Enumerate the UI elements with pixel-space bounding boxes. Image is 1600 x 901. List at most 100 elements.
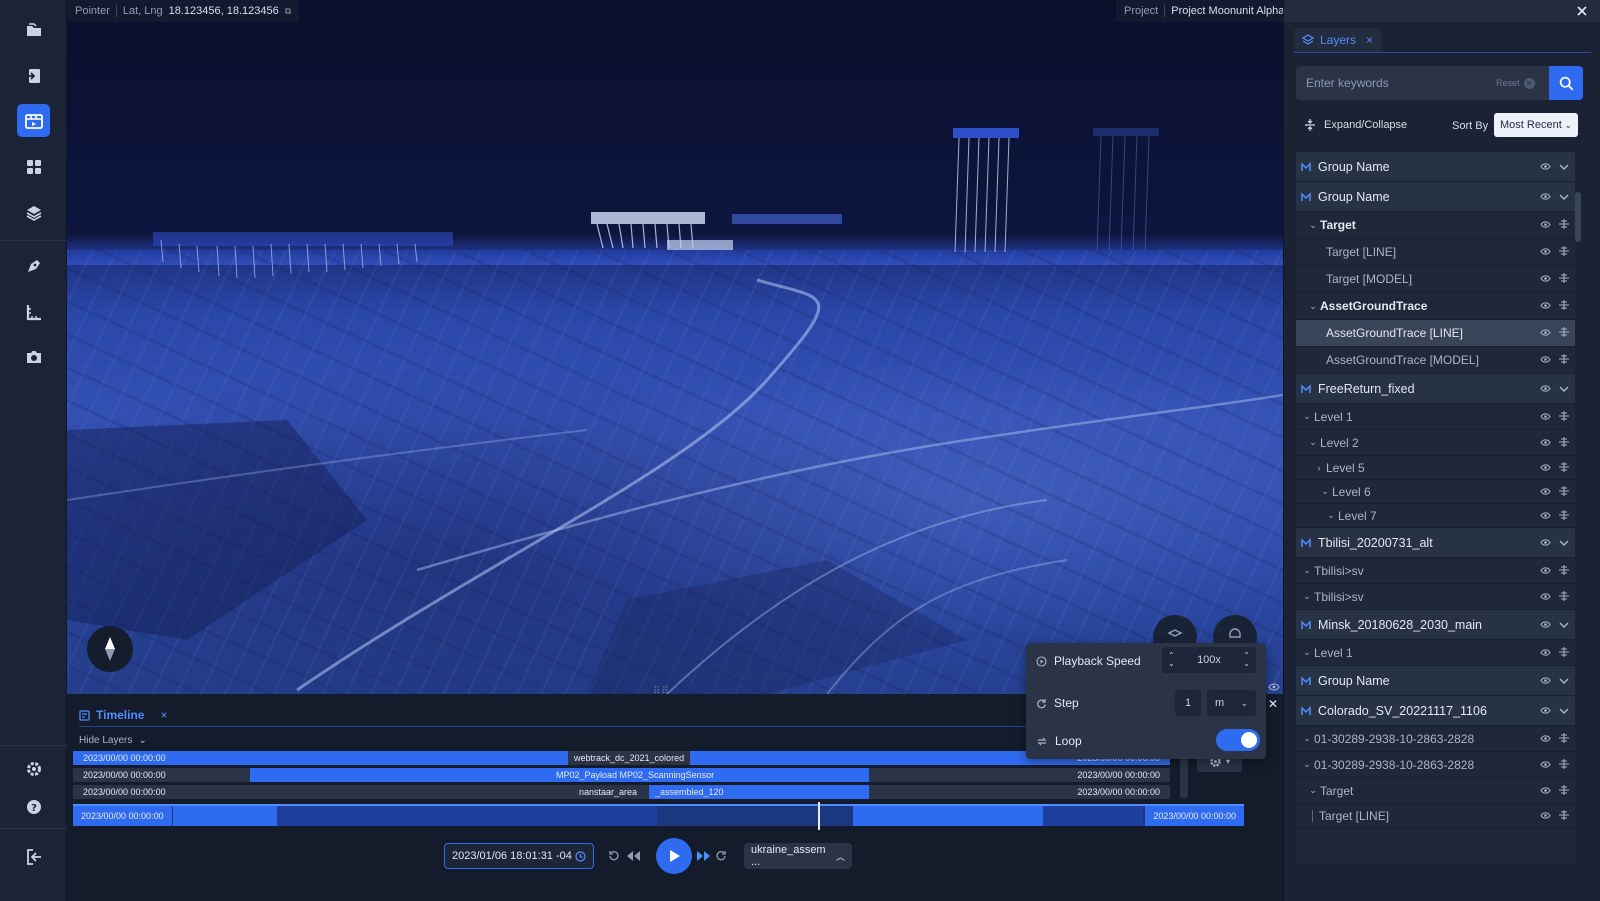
layer-tree-scrollbar[interactable] — [1575, 152, 1581, 864]
chevron-down-icon[interactable]: ⌄ — [1302, 565, 1312, 576]
eye-icon[interactable] — [1540, 590, 1551, 604]
drag-handle-icon[interactable] — [1559, 509, 1569, 523]
eye-icon[interactable] — [1540, 353, 1551, 367]
eye-icon[interactable] — [1540, 299, 1551, 313]
layer-group-row[interactable]: Group Name — [1296, 666, 1575, 696]
fast-forward-icon[interactable] — [696, 843, 712, 869]
chevron-down-icon[interactable]: ⌄ — [1326, 510, 1336, 521]
logout-icon[interactable] — [17, 840, 50, 873]
drag-handle-icon[interactable] — [1559, 299, 1569, 313]
search-button[interactable] — [1549, 66, 1583, 100]
drag-handle-icon[interactable] — [1559, 353, 1569, 367]
eye-icon[interactable] — [1540, 436, 1551, 450]
layer-group-row[interactable]: Tbilisi_20200731_alt — [1296, 528, 1575, 558]
compass-button[interactable] — [87, 626, 133, 672]
files-icon[interactable] — [17, 13, 50, 46]
dashboard-icon[interactable] — [17, 150, 50, 183]
eye-icon[interactable] — [1540, 461, 1551, 475]
drag-handle-icon[interactable] — [1559, 326, 1569, 340]
eye-icon[interactable] — [1540, 809, 1551, 823]
loop-toggle[interactable] — [1216, 729, 1260, 751]
chevron-down-icon[interactable]: ⌄ — [1302, 733, 1312, 744]
sort-select[interactable]: Most Recent ⌄ — [1494, 113, 1578, 137]
close-icon[interactable]: × — [1366, 33, 1373, 47]
chevron-right-icon[interactable]: › — [1314, 463, 1324, 473]
chevron-down-icon[interactable] — [1559, 618, 1569, 632]
drag-handle-icon[interactable] — [1559, 732, 1569, 746]
step-unit-select[interactable]: m ⌄ — [1207, 690, 1256, 716]
timeline-scrubber[interactable]: 2023/00/00 00:00:00 2023/00/00 00:00:00 — [73, 802, 1244, 830]
layer-row[interactable]: ⌄ 01-30289-2938-10-2863-2828 — [1296, 752, 1575, 778]
chevron-down-icon[interactable]: ⌄ — [1302, 759, 1312, 770]
help-icon[interactable]: ? — [17, 790, 50, 823]
layer-row[interactable]: ⌄ Level 6 — [1296, 480, 1575, 504]
timeline-track[interactable]: 2023/00/00 00:00:00 webtrack_dc_2021_col… — [73, 751, 1170, 765]
eye-icon[interactable] — [1540, 218, 1551, 232]
eye-icon[interactable] — [1540, 160, 1551, 174]
eye-icon[interactable] — [1540, 674, 1551, 688]
layer-row[interactable]: ⌄ Target — [1296, 778, 1575, 804]
eye-icon[interactable] — [1540, 245, 1551, 259]
eye-icon[interactable] — [1540, 732, 1551, 746]
chevron-down-icon[interactable]: ⌄ — [1308, 301, 1318, 312]
scrollbar-thumb[interactable] — [1575, 192, 1581, 242]
eye-icon[interactable] — [1540, 564, 1551, 578]
eye-icon[interactable] — [1540, 618, 1551, 632]
chevron-down-icon[interactable]: ⌄ — [1308, 220, 1318, 231]
search-input[interactable] — [1306, 76, 1496, 90]
import-icon[interactable] — [17, 59, 50, 92]
layer-row[interactable]: ⌄ Level 7 — [1296, 504, 1575, 528]
layer-group-row[interactable]: Group Name — [1296, 182, 1575, 212]
drag-handle-icon[interactable] — [1559, 272, 1569, 286]
asset-select[interactable]: ukraine_assem ... ︿ — [744, 843, 852, 869]
eye-icon[interactable] — [1540, 784, 1551, 798]
chevron-down-icon[interactable] — [1559, 536, 1569, 550]
layer-row[interactable]: ⌄ Level 1 — [1296, 640, 1575, 666]
drag-handle-icon[interactable] — [1559, 809, 1569, 823]
eye-icon[interactable] — [1540, 704, 1551, 718]
reset-button[interactable]: Reset ✕ — [1496, 77, 1535, 89]
layer-group-row[interactable]: Colorado_SV_20221117_1106 — [1296, 696, 1575, 726]
eye-icon[interactable] — [1540, 410, 1551, 424]
layer-row[interactable]: ⌄ Level 1 — [1296, 404, 1575, 430]
drag-handle-icon[interactable] — [1559, 485, 1569, 499]
drag-handle-icon[interactable] — [1559, 646, 1569, 660]
chevron-down-icon[interactable] — [1559, 382, 1569, 396]
drag-handle-icon[interactable] — [1559, 410, 1569, 424]
chevron-down-icon[interactable]: ⌄ — [1302, 591, 1312, 602]
drag-handle-icon[interactable] — [1559, 436, 1569, 450]
measure-icon[interactable] — [17, 295, 50, 328]
fast-rewind-icon[interactable] — [625, 843, 641, 869]
tab-timeline[interactable]: Timeline × — [79, 708, 167, 722]
close-icon[interactable]: ✕ — [1268, 697, 1278, 711]
layer-row[interactable]: AssetGroundTrace [MODEL] — [1296, 347, 1575, 374]
layer-row[interactable]: ⌄ 01-30289-2938-10-2863-2828 — [1296, 726, 1575, 752]
layer-group-row[interactable]: FreeReturn_fixed — [1296, 374, 1575, 404]
hide-layers-toggle[interactable]: Hide Layers ⌄ — [79, 735, 147, 746]
playback-speed-stepper[interactable]: ⌃ ⌄ 100x ⌃ ⌄ — [1162, 647, 1256, 673]
chevron-down-icon[interactable] — [1559, 674, 1569, 688]
drag-handle-icon[interactable] — [1559, 245, 1569, 259]
timeline-track[interactable]: 2023/00/00 00:00:00 MP02_Payload MP02_Sc… — [73, 768, 1170, 782]
close-panel-icon[interactable] — [1574, 3, 1590, 19]
eye-icon[interactable] — [1540, 190, 1551, 204]
drag-handle-icon[interactable] — [1559, 564, 1569, 578]
forward-reset-icon[interactable] — [715, 843, 727, 869]
drag-handle-icon[interactable] — [1559, 218, 1569, 232]
layer-row[interactable]: ⌄ Target — [1296, 212, 1575, 239]
layer-row[interactable]: ⌄ Tbilisi>sv — [1296, 584, 1575, 610]
layer-row[interactable]: › Level 5 — [1296, 456, 1575, 480]
scene-icon[interactable] — [17, 104, 50, 137]
drag-handle-icon[interactable] — [1559, 590, 1569, 604]
chevron-updown-icon[interactable]: ⌃ ⌄ — [1243, 652, 1250, 668]
layer-group-row[interactable]: Group Name — [1296, 152, 1575, 182]
settings-icon[interactable] — [17, 752, 50, 785]
chevron-down-icon[interactable] — [1559, 704, 1569, 718]
layer-group-row[interactable]: Minsk_20180628_2030_main — [1296, 610, 1575, 640]
eye-icon[interactable] — [1268, 679, 1280, 697]
draw-icon[interactable] — [17, 249, 50, 282]
resize-handle-icon[interactable]: ⠿⠿ — [653, 686, 670, 697]
rewind-reset-icon[interactable] — [608, 843, 620, 869]
layer-row[interactable]: Target [LINE] — [1296, 239, 1575, 266]
chevron-down-icon[interactable]: ⌄ — [1302, 411, 1312, 422]
